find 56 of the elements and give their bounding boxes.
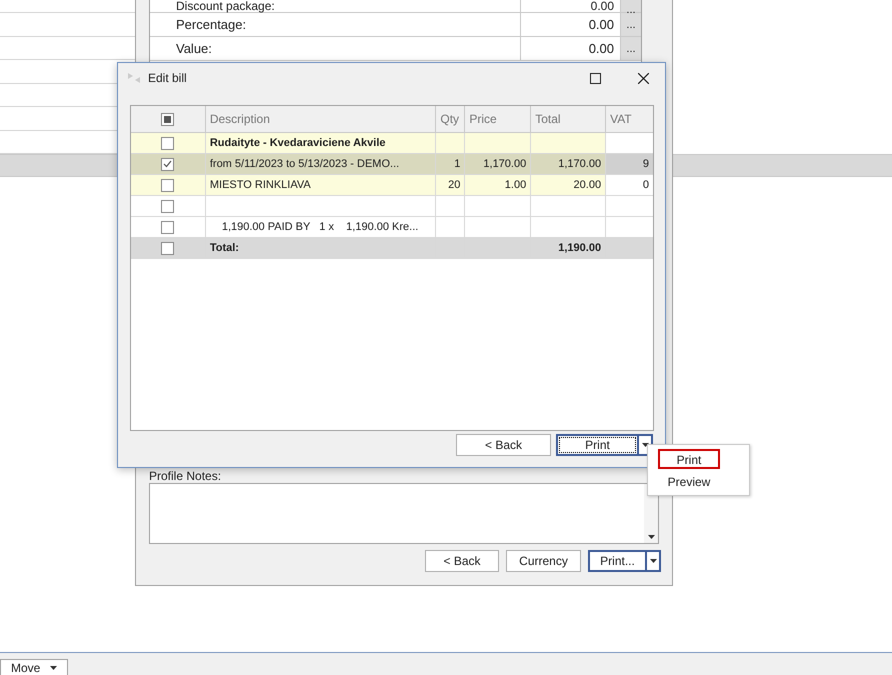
table-cell-text: 1,170.00 <box>483 156 526 172</box>
caret-icon <box>50 666 57 670</box>
checkbox[interactable] <box>161 200 174 212</box>
checkbox[interactable] <box>161 242 174 254</box>
field-label: Percentage: <box>175 16 248 34</box>
app-icon <box>126 71 142 85</box>
notes-field[interactable] <box>149 483 659 544</box>
table-cell-text: 1.00 <box>504 178 526 193</box>
ellipsis-button[interactable]: ... <box>620 13 641 36</box>
checkbox[interactable] <box>161 112 174 126</box>
caret-icon <box>648 535 654 539</box>
button[interactable]: < Back <box>425 550 499 572</box>
button[interactable]: < Back <box>456 434 551 456</box>
field-label: Value: <box>175 40 213 58</box>
checkbox[interactable] <box>161 178 174 192</box>
table-cell-text: 20.00 <box>574 178 602 193</box>
table-cell-text: from 5/11/2023 to 5/13/2023 - DEMO... <box>210 156 400 172</box>
checkbox[interactable] <box>161 220 174 234</box>
column-header[interactable]: Price <box>465 106 532 132</box>
menu-item[interactable]: Preview <box>658 471 720 491</box>
table-cell-text: 20 <box>448 178 460 193</box>
notes-label: Profile Notes: <box>149 470 222 482</box>
ellipsis-button[interactable]: ... <box>620 0 641 12</box>
table-cell-text: MIESTO RINKLIAVA <box>210 178 311 193</box>
table-cell-text: 1 <box>454 156 460 172</box>
maximize-icon[interactable] <box>590 72 601 84</box>
table-row[interactable]: MIESTO RINKLIAVA 20 1.00 20.00 0 <box>131 175 653 196</box>
print-button[interactable]: Print <box>556 434 639 456</box>
caret-icon <box>642 443 648 447</box>
tab[interactable]: Move <box>0 659 68 675</box>
close-icon[interactable] <box>638 72 649 84</box>
table-cell-text: 9 <box>642 156 649 172</box>
checkbox[interactable] <box>161 158 174 170</box>
table-cell-text: Total: <box>210 240 239 256</box>
table-cell-text: 1,170.00 <box>558 156 602 172</box>
caret-icon <box>650 559 656 563</box>
dropdown-button[interactable] <box>647 550 661 572</box>
button[interactable]: Currency <box>506 550 581 572</box>
table-cell-text: 0 <box>642 178 649 193</box>
menu-item[interactable]: Print <box>658 449 720 469</box>
table-cell-text: 1,190.00 PAID BY 1 x 1,190.00 Kre... <box>220 220 418 235</box>
ellipsis-button[interactable]: ... <box>620 37 641 60</box>
table-row[interactable]: Total: 1,190.00 <box>131 238 653 259</box>
column-header[interactable]: Total <box>531 106 606 132</box>
table-row[interactable]: from 5/11/2023 to 5/13/2023 - DEMO... 1 1,170.00 1,170.00 9 <box>131 154 653 175</box>
table-row[interactable]: 1,190.00 PAID BY 1 x 1,190.00 Kre... <box>131 217 653 238</box>
column-header[interactable]: VAT <box>606 106 653 132</box>
table-cell-text: 1,190.00 <box>558 240 602 256</box>
field-label: Discount package: <box>175 0 276 12</box>
checkbox[interactable] <box>161 136 174 150</box>
column-header[interactable]: Qty <box>436 106 466 132</box>
window-title: Edit bill <box>148 70 187 87</box>
column-header[interactable]: Description <box>206 106 436 132</box>
table-cell-text: Rudaityte - Kvedaraviciene Akvile <box>210 136 386 151</box>
print-button[interactable]: Print... <box>588 550 647 572</box>
table-row[interactable]: Rudaityte - Kvedaraviciene Akvile <box>131 133 653 154</box>
